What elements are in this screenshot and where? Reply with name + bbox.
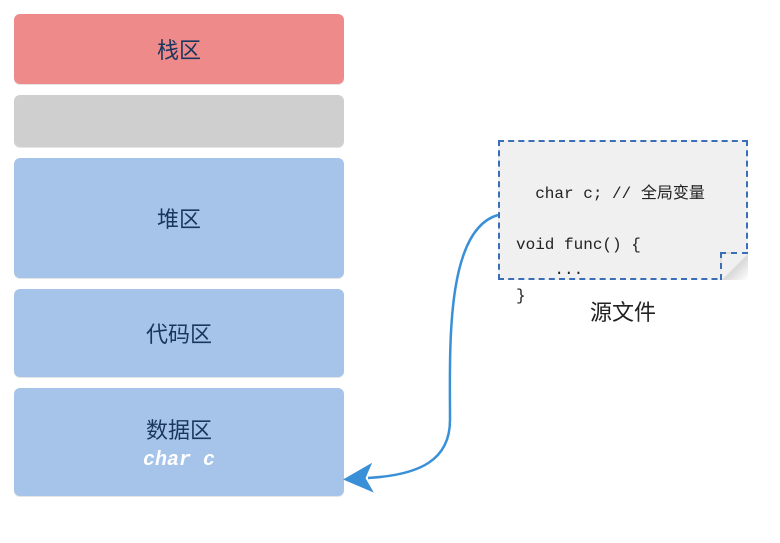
data-region: 数据区 char c [14,388,344,496]
region-label: 代码区 [146,317,212,349]
page-curl-icon [720,252,748,280]
source-file-box: char c; // 全局变量 void func() { ... } [498,140,748,280]
heap-region: 堆区 [14,158,344,278]
source-code: char c; // 全局变量 void func() { ... } [516,185,705,305]
region-label: 堆区 [157,202,201,234]
source-file-label: 源文件 [498,295,748,327]
region-label: 栈区 [157,33,201,65]
region-label: 数据区 [146,413,212,445]
code-region: 代码区 [14,289,344,377]
data-variable: char c [143,449,215,472]
stack-region: 栈区 [14,14,344,84]
memory-layout: 栈区 堆区 代码区 数据区 char c [14,14,344,507]
gap-region [14,95,344,147]
